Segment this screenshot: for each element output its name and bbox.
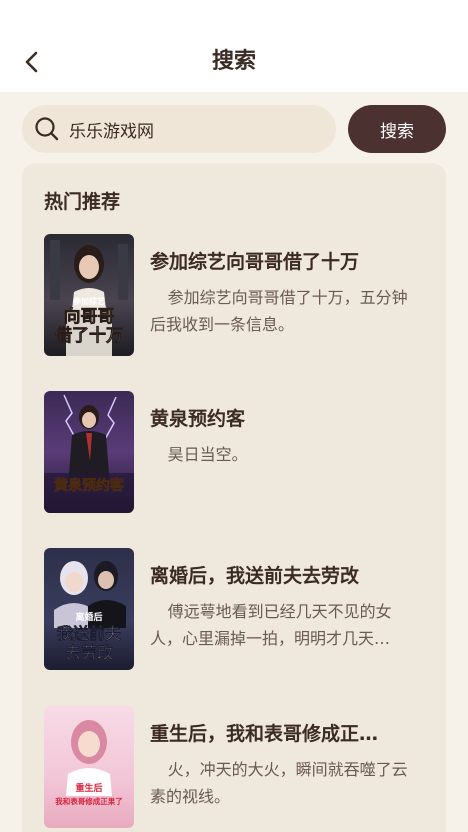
cover-title-line: 离婚后	[75, 611, 102, 623]
book-description: 参加综艺向哥哥借了十万，五分钟后我收到一条信息。	[150, 288, 408, 334]
book-title: 参加综艺向哥哥借了十万	[150, 251, 360, 273]
book-item[interactable]: 重生后 我和表哥修成正果了 重生后，我和表哥修成正… 火，冲天的大火，瞬间就吞噬…	[44, 706, 434, 828]
cover-title-line: 借了十万	[54, 325, 123, 346]
book-description: 火，冲天的大火，瞬间就吞噬了云素的视线。	[150, 760, 408, 806]
book-item[interactable]: 参加综艺 向哥哥 借了十万 参加综艺向哥哥借了十万 参加综艺向哥哥借了十万，五分…	[44, 234, 434, 356]
search-icon	[34, 116, 60, 142]
book-description: 昊日当空。	[167, 445, 248, 464]
cover-title-line: 向哥哥	[64, 306, 115, 327]
section-title: 热门推荐	[44, 191, 121, 213]
book-cover: 参加综艺 向哥哥 借了十万	[44, 234, 134, 356]
cover-title-line: 我送前夫	[57, 624, 122, 643]
hot-recommend-panel: 热门推荐 参加综艺 向哥哥 借了十万 参加综艺向哥哥借了十万 参加综艺向哥哥借了…	[22, 163, 446, 832]
cover-title-line: 黄泉预约客	[54, 477, 125, 494]
book-cover: 离婚后 我送前夫 去劳改	[44, 548, 134, 670]
book-cover: 重生后 我和表哥修成正果了	[44, 706, 134, 828]
search-input[interactable]	[69, 119, 309, 139]
search-field[interactable]	[22, 105, 336, 153]
book-description: 傅远萼地看到已经几天不见的女人，心里漏掉一拍，明明才几天…	[150, 602, 392, 648]
book-item[interactable]: 黄泉预约客 黄泉预约客 昊日当空。	[44, 391, 434, 513]
book-title: 黄泉预约客	[150, 408, 246, 430]
cover-title-line: 去劳改	[65, 643, 114, 662]
search-button[interactable]: 搜索	[348, 105, 446, 153]
header: 搜索	[0, 0, 468, 92]
book-title: 离婚后，我送前夫去劳改	[150, 565, 360, 587]
book-item[interactable]: 离婚后 我送前夫 去劳改 离婚后，我送前夫去劳改 傅远萼地看到已经几天不见的女人…	[44, 548, 434, 670]
book-title: 重生后，我和表哥修成正…	[150, 723, 379, 745]
book-cover: 黄泉预约客	[44, 391, 134, 513]
page-title: 搜索	[211, 49, 256, 74]
search-bar: 搜索	[22, 105, 446, 153]
search-page: 搜索 搜索 热门推荐	[0, 0, 468, 832]
cover-title-line: 重生后	[75, 782, 102, 794]
cover-title-line: 参加综艺	[72, 296, 105, 306]
cover-title-line: 我和表哥修成正果了	[55, 796, 123, 806]
